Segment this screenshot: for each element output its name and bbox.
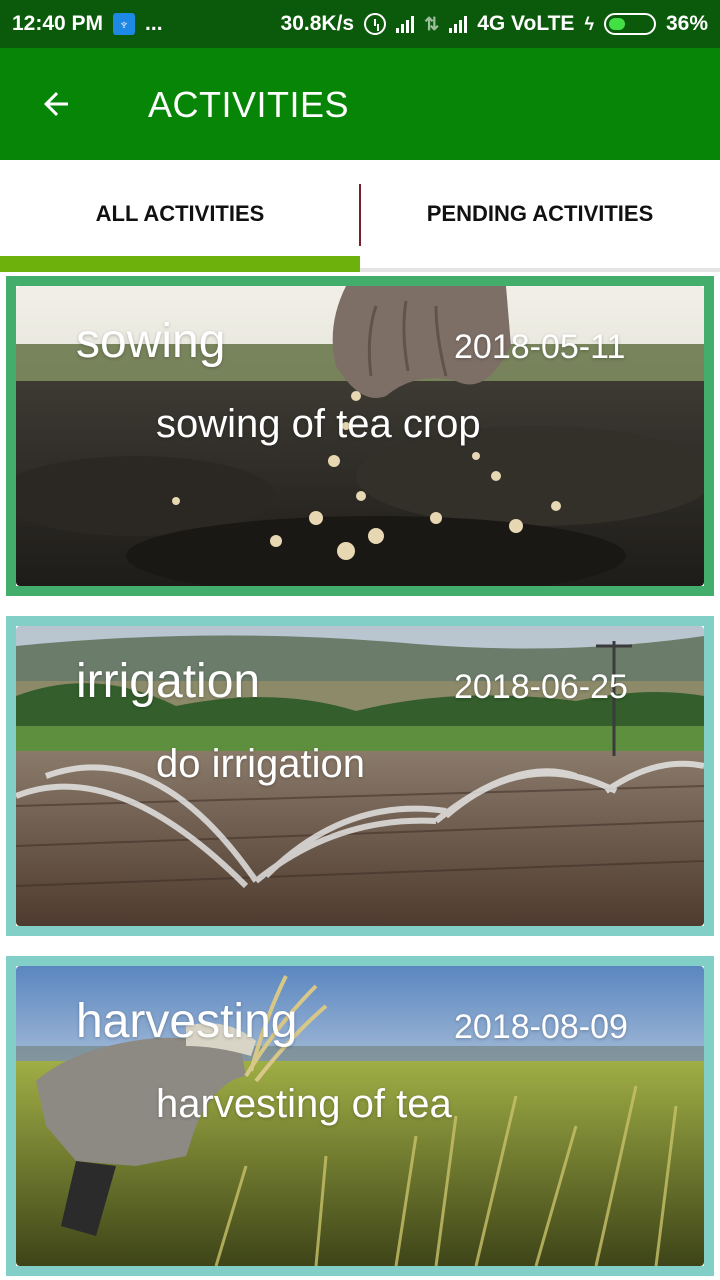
page-title: ACTIVITIES <box>148 84 350 125</box>
battery-percent: 36% <box>665 12 708 35</box>
data-arrows-icon: ⇅ <box>424 13 440 34</box>
activity-title: irrigation <box>76 655 261 708</box>
app-toolbar: ACTIVITIES <box>0 48 720 160</box>
activity-description: harvesting of tea <box>156 1082 452 1126</box>
status-bar: 12:40 PM ♆ ... 30.8K/s ⇅ 4G VoLTE ϟ 36% <box>0 0 720 48</box>
signal-icon <box>396 15 415 33</box>
activity-description: do irrigation <box>156 742 366 786</box>
activity-date: 2018-08-09 <box>454 1008 628 1046</box>
app-notification-icon: ♆ <box>113 13 136 35</box>
arrow-left-icon <box>44 92 68 116</box>
activity-date: 2018-05-11 <box>454 328 626 366</box>
activity-card-irrigation[interactable]: irrigation 2018-06-25 do irrigation <box>6 616 714 936</box>
tab-label: ALL ACTIVITIES <box>95 201 265 226</box>
tab-pending-activities[interactable]: PENDING ACTIVITIES <box>360 160 720 268</box>
activity-title: sowing <box>76 315 226 368</box>
status-more-dots: ... <box>145 12 163 35</box>
back-button[interactable] <box>32 80 80 128</box>
tab-divider <box>359 184 361 246</box>
alarm-icon <box>364 13 387 35</box>
battery-icon <box>603 13 656 35</box>
activity-title: harvesting <box>76 995 298 1048</box>
activity-card-sowing[interactable]: sowing 2018-05-11 sowing of tea crop <box>6 276 714 596</box>
status-time: 12:40 PM <box>12 12 104 35</box>
selected-tab-indicator <box>0 256 360 272</box>
activity-date: 2018-06-25 <box>454 668 628 706</box>
activity-card-harvesting[interactable]: harvesting 2018-08-09 harvesting of tea <box>6 956 714 1276</box>
network-speed: 30.8K/s <box>280 12 355 35</box>
charging-icon: ϟ <box>584 13 594 34</box>
network-type: 4G VoLTE <box>477 12 575 35</box>
tab-all-activities[interactable]: ALL ACTIVITIES <box>0 160 360 268</box>
tab-label: PENDING ACTIVITIES <box>426 201 654 226</box>
signal-icon <box>449 15 468 33</box>
activity-description: sowing of tea crop <box>156 402 481 446</box>
